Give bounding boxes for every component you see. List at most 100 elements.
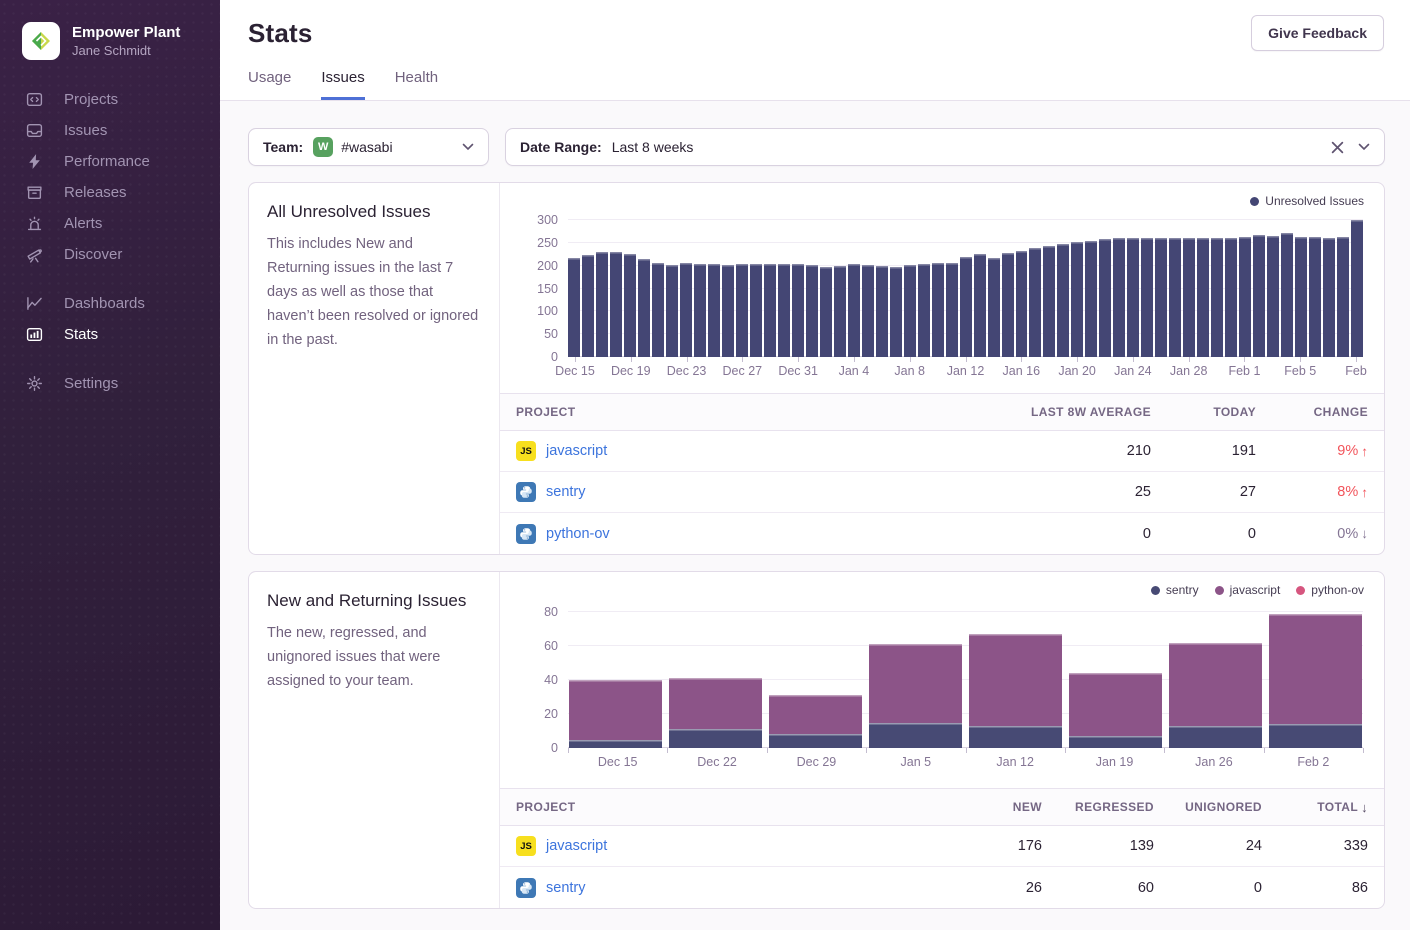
bar-segment-sentry[interactable] [869, 723, 962, 749]
bar[interactable] [722, 265, 734, 357]
bar[interactable] [694, 264, 706, 357]
bar[interactable] [862, 265, 874, 357]
stacked-bar[interactable] [969, 612, 1062, 748]
project-link[interactable]: python-ov [546, 526, 610, 542]
bar-segment-sentry[interactable] [1169, 726, 1262, 748]
bar-segment-javascript[interactable] [569, 680, 662, 740]
bar-segment-javascript[interactable] [869, 644, 962, 722]
bar[interactable] [1141, 238, 1153, 357]
bar[interactable] [596, 252, 608, 357]
bar[interactable] [1085, 241, 1097, 357]
bar[interactable] [890, 267, 902, 357]
bar[interactable] [736, 264, 748, 357]
bar[interactable] [568, 258, 580, 357]
sidebar-item-alerts[interactable]: Alerts [0, 208, 220, 239]
give-feedback-button[interactable]: Give Feedback [1251, 15, 1384, 51]
legend-item-sentry[interactable]: sentry [1151, 583, 1199, 597]
project-link[interactable]: javascript [546, 838, 607, 854]
sidebar-item-settings[interactable]: Settings [0, 368, 220, 399]
bar-segment-sentry[interactable] [769, 734, 862, 748]
bar[interactable] [1099, 239, 1111, 357]
bar[interactable] [1197, 238, 1209, 357]
legend-item-javascript[interactable]: javascript [1215, 583, 1281, 597]
bar[interactable] [1183, 238, 1195, 357]
bar[interactable] [820, 267, 832, 357]
bar[interactable] [624, 254, 636, 357]
tab-issues[interactable]: Issues [321, 69, 364, 100]
bar-segment-javascript[interactable] [669, 678, 762, 729]
bar[interactable] [708, 264, 720, 357]
bar-segment-javascript[interactable] [769, 695, 862, 734]
col-total-sort[interactable]: TOTAL↓ [1262, 800, 1368, 815]
bar[interactable] [932, 263, 944, 357]
bar[interactable] [876, 266, 888, 357]
bar[interactable] [1309, 237, 1321, 357]
project-link[interactable]: sentry [546, 880, 586, 896]
bar-segment-javascript[interactable] [1069, 673, 1162, 736]
bar-segment-sentry[interactable] [669, 729, 762, 748]
bar[interactable] [1155, 238, 1167, 357]
legend-item-unresolved[interactable]: Unresolved Issues [1250, 194, 1364, 208]
tab-health[interactable]: Health [395, 69, 438, 100]
bar[interactable] [1057, 244, 1069, 357]
bar[interactable] [778, 264, 790, 357]
bar[interactable] [638, 259, 650, 357]
bar[interactable] [750, 264, 762, 357]
stacked-bar[interactable] [569, 612, 662, 748]
bar[interactable] [1281, 233, 1293, 357]
bar-segment-javascript[interactable] [1169, 643, 1262, 726]
bar[interactable] [1239, 237, 1251, 357]
bar[interactable] [610, 252, 622, 357]
bar[interactable] [834, 266, 846, 357]
bar[interactable] [988, 258, 1000, 357]
bar[interactable] [1211, 238, 1223, 357]
bar[interactable] [1225, 238, 1237, 357]
new-returning-issues-chart[interactable]: sentry javascript python-ov 020406 [500, 572, 1384, 782]
bar[interactable] [946, 263, 958, 357]
bar[interactable] [1029, 248, 1041, 357]
bar[interactable] [1113, 238, 1125, 357]
bar[interactable] [666, 265, 678, 357]
sidebar-item-discover[interactable]: Discover [0, 239, 220, 270]
bar[interactable] [960, 257, 972, 357]
legend-item-python-ov[interactable]: python-ov [1296, 583, 1364, 597]
date-range-select[interactable]: Date Range: Last 8 weeks [505, 128, 1385, 166]
bar[interactable] [764, 264, 776, 357]
stacked-bar[interactable] [1169, 612, 1262, 748]
bar[interactable] [582, 255, 594, 357]
sidebar-item-performance[interactable]: Performance [0, 146, 220, 177]
bar[interactable] [1043, 246, 1055, 357]
bar[interactable] [918, 264, 930, 357]
bar-segment-sentry[interactable] [1269, 724, 1362, 748]
bar[interactable] [680, 263, 692, 357]
stacked-bar[interactable] [1269, 612, 1362, 748]
bar[interactable] [1337, 237, 1349, 357]
bar[interactable] [904, 265, 916, 357]
bar[interactable] [1253, 235, 1265, 357]
bar[interactable] [1016, 251, 1028, 357]
bar-segment-sentry[interactable] [969, 726, 1062, 748]
sidebar-item-dashboards[interactable]: Dashboards [0, 288, 220, 319]
bar[interactable] [1071, 242, 1083, 357]
bar[interactable] [1127, 238, 1139, 357]
stacked-bar[interactable] [769, 612, 862, 748]
project-link[interactable]: sentry [546, 484, 586, 500]
bar-segment-javascript[interactable] [969, 634, 1062, 726]
project-link[interactable]: javascript [546, 443, 607, 459]
clear-icon[interactable] [1331, 141, 1344, 154]
unresolved-issues-chart[interactable]: Unresolved Issues 050100150200250300 Dec… [500, 183, 1384, 387]
bar[interactable] [1323, 238, 1335, 357]
bar[interactable] [1169, 238, 1181, 357]
sidebar-item-stats[interactable]: Stats [0, 319, 220, 350]
stacked-bar[interactable] [869, 612, 962, 748]
bar[interactable] [652, 263, 664, 357]
bar-segment-sentry[interactable] [1069, 736, 1162, 748]
bar[interactable] [1351, 220, 1363, 357]
stacked-bar[interactable] [1069, 612, 1162, 748]
bar[interactable] [806, 265, 818, 357]
bar[interactable] [1002, 253, 1014, 357]
bar[interactable] [974, 254, 986, 357]
team-select[interactable]: Team: W #wasabi [248, 128, 489, 166]
bar-segment-javascript[interactable] [1269, 614, 1362, 725]
tab-usage[interactable]: Usage [248, 69, 291, 100]
